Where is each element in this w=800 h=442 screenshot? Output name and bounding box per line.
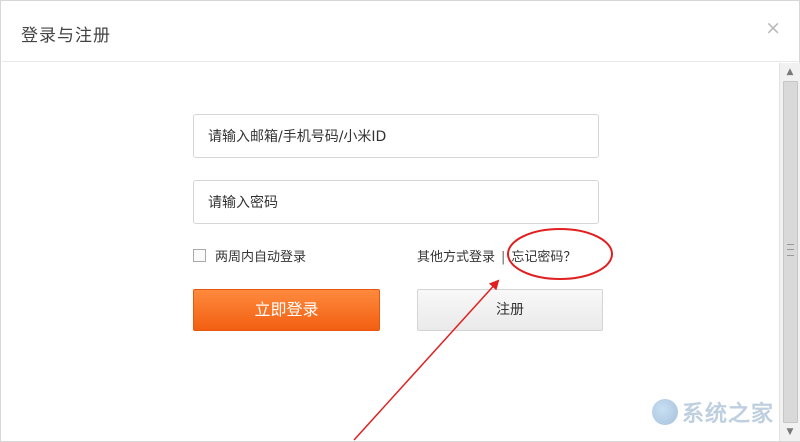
annotation-arrow bbox=[353, 279, 500, 441]
watermark-logo-icon bbox=[651, 399, 678, 425]
watermark: 系统之家 bbox=[651, 396, 774, 428]
highlight-circle bbox=[507, 228, 613, 280]
watermark-text: 系统之家 bbox=[681, 402, 774, 427]
annotation-overlay bbox=[353, 228, 613, 441]
